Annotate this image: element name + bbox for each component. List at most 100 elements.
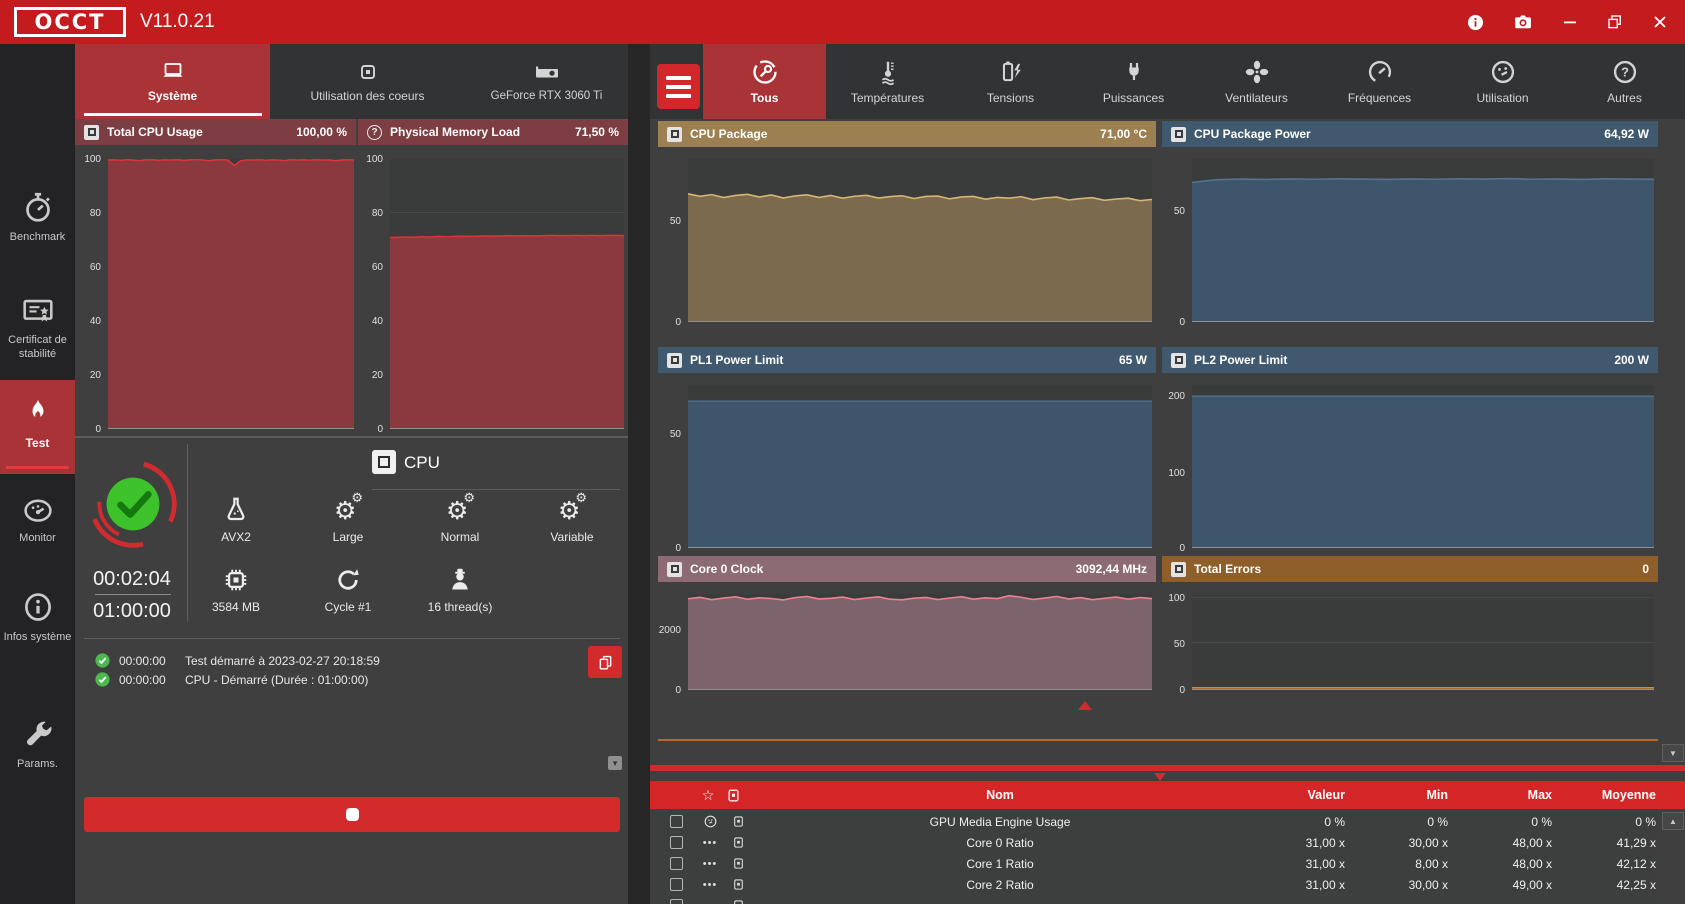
col-moyenne[interactable]: Moyenne — [1551, 781, 1656, 809]
col-nom[interactable]: Nom — [760, 781, 1240, 809]
sensor-icon — [1171, 352, 1186, 368]
tab-puissances[interactable]: Puissances — [1072, 44, 1195, 119]
row-checkbox[interactable] — [669, 815, 683, 828]
flame-icon — [32, 399, 44, 418]
chart-title: CPU Package — [690, 127, 768, 141]
active-underline — [6, 466, 69, 469]
table-row[interactable]: ••• Core 1 Ratio 31,00 x 8,00 x 48,00 x … — [658, 854, 1658, 873]
gears-icon: ⚙ ⚙ — [334, 490, 363, 525]
restore-button[interactable] — [1603, 10, 1627, 34]
copy-log-button[interactable] — [588, 646, 622, 678]
log-time: 00:00:00 — [119, 672, 166, 687]
tab-ventilateurs[interactable]: Ventilateurs — [1195, 44, 1318, 119]
test-option-instruction-set: AVX2 — [180, 494, 292, 544]
favorite-star-icon[interactable]: ☆ — [698, 781, 718, 809]
stop-test-button[interactable] — [84, 797, 620, 832]
table-row[interactable]: ••• Core 2 Ratio 31,00 x 30,00 x 49,00 x… — [658, 875, 1658, 894]
row-avg: 42,12 x — [1616, 856, 1656, 871]
row-max: 48,00 x — [1512, 856, 1552, 871]
splitter-arrow-icon[interactable] — [1154, 773, 1166, 781]
tab-label: Puissances — [1102, 91, 1165, 105]
tab-utilisation-coeurs[interactable]: Utilisation des coeurs — [270, 44, 465, 119]
table-row[interactable]: GPU Media Engine Usage 0 % 0 % 0 % 0 % — [658, 812, 1658, 831]
stop-icon — [345, 808, 359, 821]
gears-icon: ⚙ ⚙ — [446, 490, 475, 525]
sensor-icon — [84, 124, 99, 140]
chart-title: Total Errors — [1194, 562, 1262, 576]
tab-frequences[interactable]: Fréquences — [1318, 44, 1441, 119]
tab-label: Utilisation — [1476, 91, 1529, 105]
row-min: 30,00 x — [1408, 835, 1448, 850]
log-scroll-down-button[interactable]: ▾ — [608, 756, 622, 770]
col-max[interactable]: Max — [1452, 781, 1552, 809]
tab-temperatures[interactable]: Températures — [826, 44, 949, 119]
sidebar-item-test[interactable]: Test — [0, 380, 75, 474]
test-option-threads: 16 thread(s) — [404, 564, 516, 614]
tab-geforce[interactable]: GeForce RTX 3060 Ti — [465, 44, 628, 119]
monitor-icon — [726, 875, 750, 894]
table-row[interactable]: ••• Core 0 Ratio 31,00 x 30,00 x 48,00 x… — [658, 833, 1658, 852]
row-checkbox[interactable] — [669, 836, 683, 849]
option-label: Large — [332, 530, 364, 544]
plot-area — [1192, 159, 1654, 322]
option-label: Variable — [550, 530, 594, 544]
sidebar-item-label: Certificat de stabilité — [8, 334, 67, 361]
row-value: 0 % — [1324, 814, 1345, 829]
sidebar-item-label: Benchmark — [9, 231, 66, 243]
tab-label: Tous — [750, 91, 779, 105]
screenshot-button[interactable] — [1511, 10, 1535, 34]
row-min: 8,00 x — [1415, 856, 1448, 871]
tab-autres[interactable]: ? Autres — [1564, 44, 1685, 119]
sidebar-item-params[interactable]: Params. — [0, 716, 75, 771]
chart-value: 200 W — [1614, 353, 1649, 367]
tab-tensions[interactable]: Tensions — [949, 44, 1072, 119]
col-valeur[interactable]: Valeur — [1235, 781, 1345, 809]
tab-label: Autres — [1607, 91, 1642, 105]
chart-header-pl2: PL2 Power Limit 200 W — [1162, 347, 1658, 373]
log-message: CPU - Démarré (Durée : 01:00:00) — [185, 672, 369, 687]
log-time: 00:00:00 — [119, 653, 166, 668]
more-options-icon[interactable]: ••• — [698, 875, 722, 894]
scroll-up-hint-icon[interactable] — [1078, 701, 1092, 710]
sidebar-item-monitor[interactable]: Monitor — [0, 494, 75, 545]
test-option-cycle: Cycle #1 — [292, 564, 404, 614]
sensor-icon — [1171, 561, 1186, 577]
row-name: Core 0 Ratio — [966, 835, 1034, 850]
row-avg: 41,29 x — [1616, 835, 1656, 850]
minimize-button[interactable] — [1558, 10, 1582, 34]
charts-scroll-down-button[interactable]: ▼ — [1662, 744, 1684, 762]
table-scroll-up-button[interactable]: ▲ — [1662, 812, 1684, 830]
sidebar-item-label: Test — [25, 436, 50, 450]
info-button[interactable] — [1463, 10, 1487, 34]
chart-header-physical-memory: ? Physical Memory Load 71,50 % — [358, 119, 628, 145]
cpu-device-icon — [372, 450, 396, 474]
table-splitter-bar[interactable] — [650, 765, 1685, 771]
row-checkbox[interactable] — [669, 857, 683, 870]
row-max: 49,00 x — [1512, 877, 1552, 892]
log-entry: 00:00:00 Test démarré à 2023-02-27 20:18… — [94, 652, 380, 669]
row-max: 0 % — [1531, 814, 1552, 829]
tab-utilisation[interactable]: Utilisation — [1441, 44, 1564, 119]
more-options-icon[interactable]: ••• — [698, 833, 722, 852]
sidebar-item-infos[interactable]: Infos système — [0, 589, 75, 644]
sidebar-item-label: Params. — [17, 758, 58, 770]
menu-button[interactable] — [657, 64, 700, 109]
close-button[interactable] — [1648, 10, 1672, 34]
tab-systeme[interactable]: Système — [75, 44, 270, 119]
more-options-icon[interactable]: ••• — [698, 854, 722, 873]
plot-area — [1192, 385, 1654, 548]
monitor-column-icon[interactable] — [722, 781, 744, 809]
row-checkbox[interactable] — [669, 878, 683, 891]
test-option-load-type: ⚙ ⚙ Variable — [516, 491, 628, 544]
sidebar-item-benchmark[interactable]: Benchmark — [0, 189, 75, 244]
sidebar-item-label: Infos système — [3, 631, 72, 643]
col-min[interactable]: Min — [1348, 781, 1448, 809]
wrench-circle-icon — [752, 60, 777, 84]
battery-bolt-icon — [1002, 61, 1021, 82]
sidebar-item-certificat[interactable]: Certificat de stabilité — [0, 294, 75, 362]
stopwatch-icon — [25, 192, 50, 222]
tab-tous[interactable]: Tous — [703, 44, 826, 119]
chart-header-total-errors: Total Errors 0 — [1162, 556, 1658, 582]
gpu-icon — [535, 66, 558, 78]
row-value: 31,00 x — [1305, 835, 1345, 850]
